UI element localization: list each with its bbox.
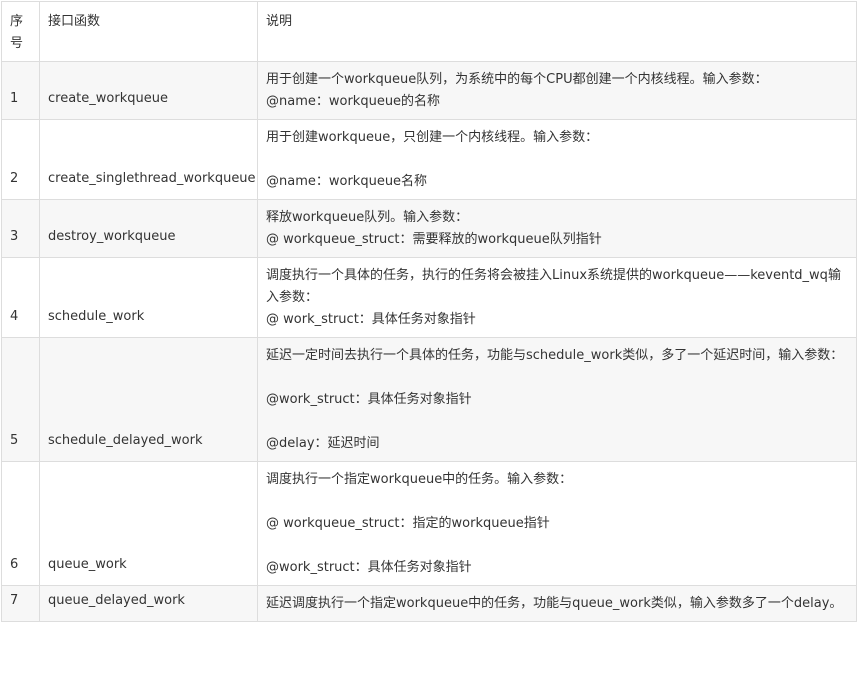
row-number: 2 xyxy=(1,119,40,200)
description-blank-line xyxy=(266,535,848,557)
description-line: 延迟一定时间去执行一个具体的任务，功能与schedule_work类似，多了一个… xyxy=(266,348,844,363)
header-description: 说明 xyxy=(257,1,857,62)
description-blank-line xyxy=(266,367,848,389)
row-function-name: queue_delayed_work xyxy=(39,585,258,622)
description-line: @ work_struct：具体任务对象指针 xyxy=(266,312,476,327)
description-blank-line xyxy=(266,411,848,433)
table-row: 4 schedule_work 调度执行一个具体的任务，执行的任务将会被挂入Linu… xyxy=(1,257,857,338)
description-line: @delay：延迟时间 xyxy=(266,436,380,451)
table-row: 5 schedule_delayed_work 延迟一定时间去执行一个具体的任务，功… xyxy=(1,337,857,462)
row-description: 调度执行一个具体的任务，执行的任务将会被挂入Linux系统提供的workqueu… xyxy=(257,257,857,338)
description-blank-line xyxy=(266,149,848,171)
row-number: 1 xyxy=(1,61,40,120)
header-row: 序 号 接口函数 说明 xyxy=(1,1,857,62)
header-function: 接口函数 xyxy=(39,1,258,62)
description-blank-line xyxy=(266,491,848,513)
header-number-line2: 号 xyxy=(10,36,24,51)
table-row: 7 queue_delayed_work 延迟调度执行一个指定workqueue中的… xyxy=(1,585,857,622)
header-number: 序 号 xyxy=(1,1,40,62)
description-line: @name：workqueue的名称 xyxy=(266,94,441,109)
description-line: @ workqueue_struct：需要释放的workqueue队列指针 xyxy=(266,232,602,247)
row-function-name: queue_work xyxy=(39,461,258,586)
table-header: 序 号 接口函数 说明 xyxy=(1,1,857,62)
row-number: 7 xyxy=(1,585,40,622)
table-row: 2 create_singlethread_workqueue 用于创建workqu… xyxy=(1,119,857,200)
table-row: 1 create_workqueue 用于创建一个workqueue队列，为系统中的… xyxy=(1,61,857,120)
description-line: @ workqueue_struct：指定的workqueue指针 xyxy=(266,516,550,531)
row-description: 用于创建workqueue，只创建一个内核线程。输入参数： @name：workq… xyxy=(257,119,857,200)
description-line: @name：workqueue名称 xyxy=(266,174,428,189)
row-description: 延迟调度执行一个指定workqueue中的任务，功能与queue_work类似，… xyxy=(257,585,857,622)
workqueue-api-table-container: 序 号 接口函数 说明 1 create_workqueue 用于创建一个workq… xyxy=(1,1,857,622)
row-function-name: create_singlethread_workqueue xyxy=(39,119,258,200)
row-description: 延迟一定时间去执行一个具体的任务，功能与schedule_work类似，多了一个… xyxy=(257,337,857,462)
row-number: 5 xyxy=(1,337,40,462)
row-function-name: schedule_work xyxy=(39,257,258,338)
header-number-line1: 序 xyxy=(10,14,24,29)
row-function-name: destroy_workqueue xyxy=(39,199,258,258)
row-number: 6 xyxy=(1,461,40,586)
row-number: 4 xyxy=(1,257,40,338)
description-line: 延迟调度执行一个指定workqueue中的任务，功能与queue_work类似，… xyxy=(266,596,843,611)
description-line: 用于创建workqueue，只创建一个内核线程。输入参数： xyxy=(266,130,599,145)
row-description: 调度执行一个指定workqueue中的任务。输入参数： @ workqueue_s… xyxy=(257,461,857,586)
row-number: 3 xyxy=(1,199,40,258)
description-line: 用于创建一个workqueue队列，为系统中的每个CPU都创建一个内核线程。输入… xyxy=(266,72,768,87)
table-body: 1 create_workqueue 用于创建一个workqueue队列，为系统中的… xyxy=(1,61,857,622)
row-description: 释放workqueue队列。输入参数： @ workqueue_struct：需要… xyxy=(257,199,857,258)
workqueue-api-table: 序 号 接口函数 说明 1 create_workqueue 用于创建一个workq… xyxy=(1,1,857,622)
description-line: @work_struct：具体任务对象指针 xyxy=(266,392,472,407)
description-line: 释放workqueue队列。输入参数： xyxy=(266,210,469,225)
row-description: 用于创建一个workqueue队列，为系统中的每个CPU都创建一个内核线程。输入… xyxy=(257,61,857,120)
table-row: 3 destroy_workqueue 释放workqueue队列。输入参数： @ w… xyxy=(1,199,857,258)
table-row: 6 queue_work 调度执行一个指定workqueue中的任务。输入参数： @ … xyxy=(1,461,857,586)
description-line: 调度执行一个指定workqueue中的任务。输入参数： xyxy=(266,472,573,487)
description-line: 调度执行一个具体的任务，执行的任务将会被挂入Linux系统提供的workqueu… xyxy=(266,268,841,305)
row-function-name: create_workqueue xyxy=(39,61,258,120)
row-function-name: schedule_delayed_work xyxy=(39,337,258,462)
description-line: @work_struct：具体任务对象指针 xyxy=(266,560,472,575)
